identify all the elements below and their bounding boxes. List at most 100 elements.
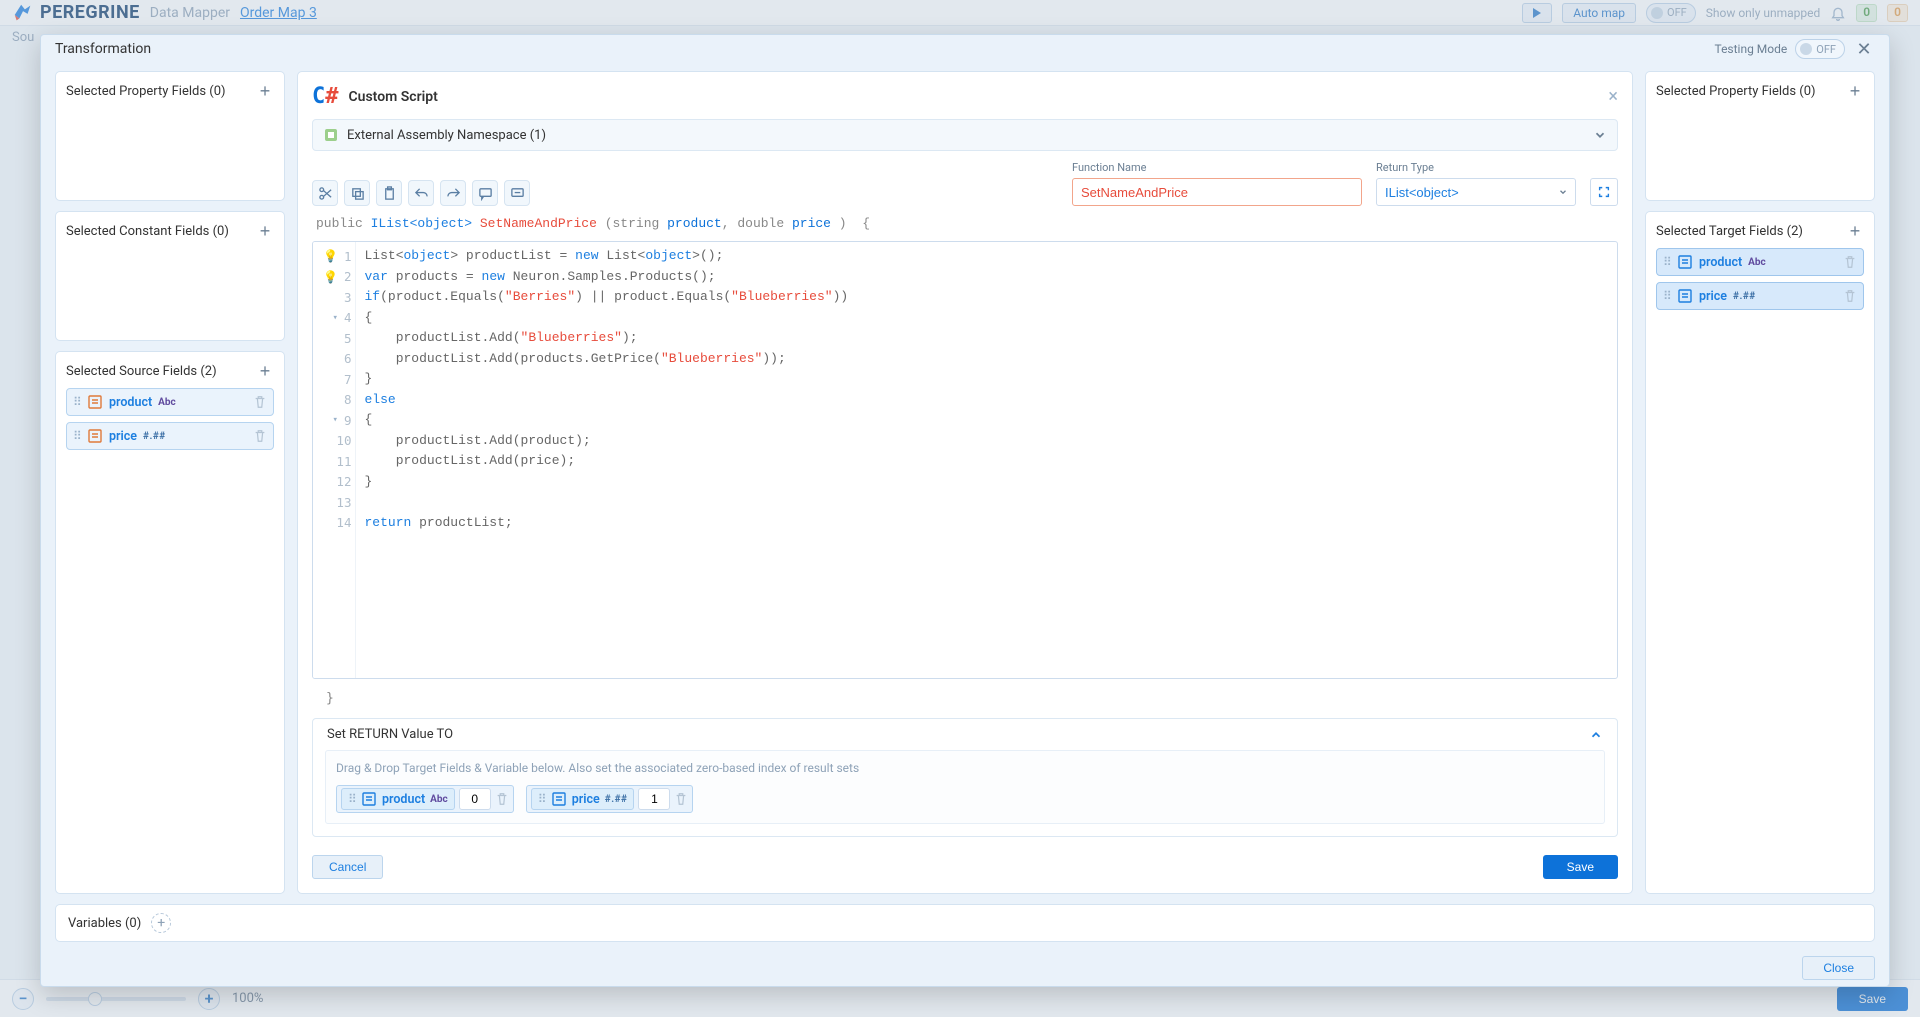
- lightbulb-icon[interactable]: 💡: [323, 249, 338, 263]
- code-gutter: 💡1 💡2 3 ▾4 5 6 7 8 ▾9 10 11 12 13 14: [313, 242, 356, 678]
- modal-close-button[interactable]: ✕: [1853, 38, 1875, 60]
- add-const-button[interactable]: +: [256, 222, 274, 240]
- index-input[interactable]: [459, 788, 491, 810]
- target-schema-icon: [361, 791, 377, 807]
- drag-handle-icon[interactable]: ⠿: [538, 796, 546, 802]
- target-field-product[interactable]: ⠿ product Abc: [1656, 248, 1864, 276]
- fullscreen-button[interactable]: [1590, 178, 1618, 206]
- type-badge: #.##: [143, 431, 166, 442]
- field-name: price: [1699, 289, 1727, 304]
- save-button[interactable]: Save: [1543, 855, 1618, 879]
- drag-handle-icon[interactable]: ⠿: [73, 399, 81, 405]
- undo-icon: [414, 186, 429, 201]
- source-field-product[interactable]: ⠿ product Abc: [66, 388, 274, 416]
- variables-panel: Variables (0) +: [55, 904, 1875, 942]
- comment-icon: [478, 186, 493, 201]
- assembly-namespace-bar[interactable]: External Assembly Namespace (1): [312, 119, 1618, 151]
- transformation-modal: Transformation Testing Mode OFF ✕ Select…: [40, 34, 1890, 987]
- trash-icon[interactable]: [253, 395, 267, 409]
- return-value-panel: Set RETURN Value TO Drag & Drop Target F…: [312, 718, 1618, 837]
- return-panel-header[interactable]: Set RETURN Value TO: [313, 719, 1617, 750]
- drag-handle-icon[interactable]: ⠿: [348, 796, 356, 802]
- sel-prop-left-title: Selected Property Fields (0): [66, 84, 226, 99]
- modal-title: Transformation: [55, 41, 151, 57]
- trash-icon[interactable]: [1843, 289, 1857, 303]
- lightbulb-icon[interactable]: 💡: [323, 270, 338, 284]
- function-name-input[interactable]: [1072, 178, 1362, 206]
- field-name: product: [1699, 255, 1742, 270]
- field-name: price: [572, 792, 600, 807]
- script-title: Custom Script: [349, 89, 438, 105]
- target-schema-icon: [1677, 288, 1693, 304]
- testing-mode-toggle[interactable]: OFF: [1795, 39, 1845, 59]
- sel-prop-right-title: Selected Property Fields (0): [1656, 84, 1816, 99]
- drag-handle-icon[interactable]: ⠿: [1663, 259, 1671, 265]
- type-badge: Abc: [1748, 257, 1766, 268]
- return-mapping-product[interactable]: ⠿ product Abc: [336, 785, 514, 813]
- field-name: price: [109, 429, 137, 444]
- type-badge: #.##: [605, 794, 628, 805]
- code-content[interactable]: List<object> productList = new List<obje…: [356, 242, 1617, 678]
- add-source-button[interactable]: +: [256, 362, 274, 380]
- cancel-button[interactable]: Cancel: [312, 855, 383, 879]
- function-signature: public IList<object> SetNameAndPrice (st…: [312, 216, 1618, 231]
- source-schema-icon: [87, 428, 103, 444]
- drag-handle-icon[interactable]: ⠿: [73, 433, 81, 439]
- add-target-button[interactable]: +: [1846, 222, 1864, 240]
- redo-button[interactable]: [440, 180, 466, 206]
- undo-button[interactable]: [408, 180, 434, 206]
- source-schema-icon: [87, 394, 103, 410]
- source-field-price[interactable]: ⠿ price #.##: [66, 422, 274, 450]
- sel-source-title: Selected Source Fields (2): [66, 364, 217, 379]
- sel-const-title: Selected Constant Fields (0): [66, 224, 229, 239]
- function-name-label: Function Name: [1072, 161, 1362, 174]
- index-input[interactable]: [638, 788, 670, 810]
- return-panel-title: Set RETURN Value TO: [327, 727, 453, 742]
- expand-icon: [1597, 185, 1611, 199]
- return-mapping-price[interactable]: ⠿ price #.##: [526, 785, 694, 813]
- testing-mode-label: Testing Mode: [1714, 42, 1787, 56]
- trash-icon[interactable]: [253, 429, 267, 443]
- copy-icon: [350, 186, 365, 201]
- copy-button[interactable]: [344, 180, 370, 206]
- field-name: product: [109, 395, 152, 410]
- return-hint: Drag & Drop Target Fields & Variable bel…: [336, 761, 1594, 775]
- add-variable-button[interactable]: +: [151, 913, 171, 933]
- target-schema-icon: [551, 791, 567, 807]
- scissors-icon: [318, 186, 333, 201]
- type-badge: Abc: [158, 397, 176, 408]
- csharp-icon: C#: [312, 84, 339, 109]
- drag-handle-icon[interactable]: ⠿: [1663, 293, 1671, 299]
- add-prop-left-button[interactable]: +: [256, 82, 274, 100]
- trash-icon[interactable]: [1843, 255, 1857, 269]
- target-field-price[interactable]: ⠿ price #.##: [1656, 282, 1864, 310]
- type-badge: #.##: [1733, 291, 1756, 302]
- add-prop-right-button[interactable]: +: [1846, 82, 1864, 100]
- return-type-select[interactable]: [1376, 178, 1576, 206]
- cut-button[interactable]: [312, 180, 338, 206]
- fold-icon[interactable]: ▾: [333, 313, 338, 323]
- testing-mode-state: OFF: [1816, 43, 1836, 56]
- return-type-label: Return Type: [1376, 161, 1576, 174]
- fold-icon[interactable]: ▾: [333, 415, 338, 425]
- script-close-button[interactable]: ×: [1608, 86, 1618, 107]
- comment-button[interactable]: [472, 180, 498, 206]
- clipboard-icon: [382, 186, 397, 201]
- assembly-label: External Assembly Namespace (1): [347, 128, 546, 143]
- redo-icon: [446, 186, 461, 201]
- uncomment-button[interactable]: [504, 180, 530, 206]
- variables-title: Variables (0): [68, 916, 141, 931]
- trash-icon[interactable]: [674, 792, 688, 806]
- closing-brace: }: [312, 689, 1618, 708]
- close-button[interactable]: Close: [1802, 956, 1875, 980]
- type-badge: Abc: [430, 794, 448, 805]
- code-editor[interactable]: 💡1 💡2 3 ▾4 5 6 7 8 ▾9 10 11 12 13 14: [312, 241, 1618, 679]
- trash-icon[interactable]: [495, 792, 509, 806]
- chevron-up-icon: [1589, 728, 1603, 742]
- assembly-icon: [323, 127, 339, 143]
- sel-target-title: Selected Target Fields (2): [1656, 224, 1803, 239]
- chevron-down-icon: [1593, 128, 1607, 142]
- paste-button[interactable]: [376, 180, 402, 206]
- uncomment-icon: [510, 186, 525, 201]
- target-schema-icon: [1677, 254, 1693, 270]
